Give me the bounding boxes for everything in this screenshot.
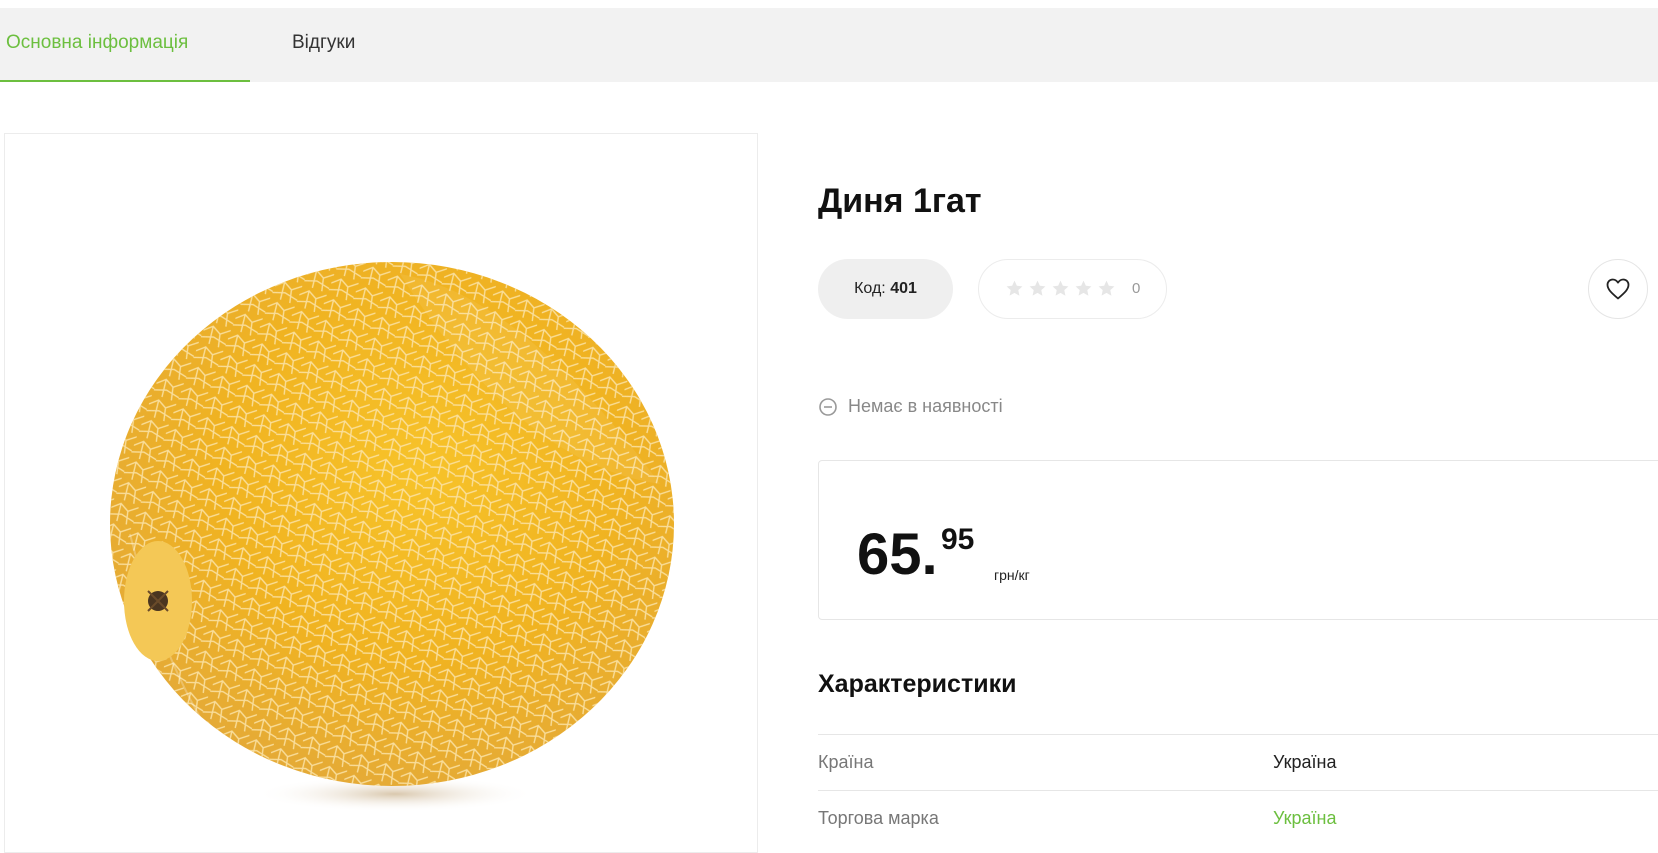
price-integer: 65. <box>857 522 938 587</box>
char-value-brand-link[interactable]: Україна <box>1273 791 1336 845</box>
char-key-brand: Торгова марка <box>818 808 939 828</box>
add-to-favorites-button[interactable] <box>1588 259 1648 319</box>
rating-count: 0 <box>1132 280 1141 297</box>
characteristics-table: Країна Україна Торгова марка Україна <box>818 734 1658 846</box>
char-value-country: Україна <box>1273 752 1337 772</box>
melon-illustration <box>110 262 674 812</box>
star-icon <box>1075 280 1092 296</box>
star-icon <box>1098 280 1115 296</box>
rating-widget[interactable]: 0 <box>978 259 1167 319</box>
price-fraction: 95 <box>941 523 975 556</box>
stock-status: Немає в наявності <box>818 396 1003 417</box>
product-title: Диня 1гат <box>818 182 982 220</box>
product-code-label: Код: <box>854 280 886 297</box>
stock-status-text: Немає в наявності <box>848 396 1003 416</box>
star-icon <box>1006 280 1023 296</box>
table-row: Торгова марка Україна <box>818 790 1658 846</box>
char-key-country: Країна <box>818 752 874 772</box>
star-icon <box>1029 280 1046 296</box>
price-unit: грн/кг <box>994 567 1030 583</box>
tab-main-info[interactable]: Основна інформація <box>0 8 250 82</box>
heart-icon <box>1606 278 1630 300</box>
product-image-container <box>4 133 758 853</box>
tab-reviews[interactable]: Відгуки <box>292 8 355 82</box>
price-box: 65. 95 грн/кг <box>818 460 1658 620</box>
table-row: Країна Україна <box>818 734 1658 790</box>
product-code-value: 401 <box>890 280 917 297</box>
star-icon <box>1052 280 1069 296</box>
characteristics-title: Характеристики <box>818 670 1017 698</box>
product-tabs: Основна інформація Відгуки <box>0 8 1658 82</box>
rating-stars <box>1005 279 1116 301</box>
minus-circle-icon <box>819 397 837 416</box>
product-code-badge: Код: 401 <box>818 259 953 319</box>
melon-image[interactable] <box>100 234 680 819</box>
